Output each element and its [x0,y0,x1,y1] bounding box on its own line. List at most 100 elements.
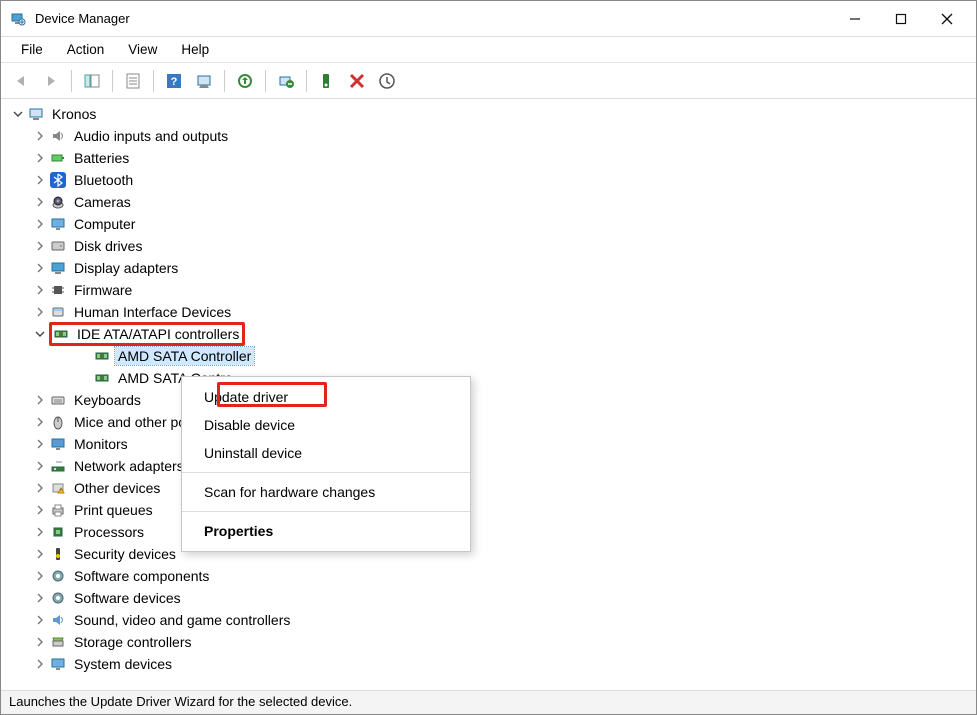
tree-node[interactable]: ! Other devices [11,477,974,499]
tree-node[interactable]: Monitors [11,433,974,455]
tree-label[interactable]: Other devices [71,479,163,497]
chevron-right-icon[interactable] [33,459,47,473]
maximize-button[interactable] [878,4,924,34]
tree-node[interactable]: Print queues [11,499,974,521]
update-driver-button[interactable] [231,67,259,95]
tree-label[interactable]: Computer [71,215,138,233]
chevron-right-icon[interactable] [33,151,47,165]
chevron-right-icon[interactable] [33,239,47,253]
tree-label[interactable]: Security devices [71,545,179,563]
device-tree[interactable]: Kronos Audio inputs and outputs Batteries B… [3,99,974,688]
chevron-right-icon[interactable] [33,503,47,517]
disable-device-button[interactable] [343,67,371,95]
add-legacy-button[interactable] [373,67,401,95]
tree-node[interactable]: Network adapters [11,455,974,477]
context-menu-item[interactable]: Scan for hardware changes [182,478,470,506]
tree-node[interactable]: Cameras [11,191,974,213]
tree-label[interactable]: Processors [71,523,147,541]
svg-text:!: ! [60,489,61,495]
chevron-right-icon[interactable] [33,547,47,561]
properties-button[interactable] [119,67,147,95]
tree-node[interactable]: Firmware [11,279,974,301]
back-button[interactable] [7,67,35,95]
chevron-right-icon[interactable] [33,217,47,231]
tree-label[interactable]: Software components [71,567,212,585]
chevron-right-icon[interactable] [33,305,47,319]
chevron-right-icon[interactable] [33,129,47,143]
show-hide-tree-button[interactable] [78,67,106,95]
menu-file[interactable]: File [11,40,53,59]
chevron-right-icon[interactable] [33,437,47,451]
forward-button[interactable] [37,67,65,95]
chevron-right-icon[interactable] [33,283,47,297]
tree-label[interactable]: Software devices [71,589,184,607]
tree-label[interactable]: Audio inputs and outputs [71,127,231,145]
chevron-down-icon[interactable] [33,327,47,341]
tree-node[interactable]: Processors [11,521,974,543]
tree-label[interactable]: Cameras [71,193,134,211]
chevron-right-icon[interactable] [33,261,47,275]
chevron-right-icon[interactable] [33,613,47,627]
uninstall-button[interactable] [272,67,300,95]
chevron-right-icon[interactable] [33,657,47,671]
menu-help[interactable]: Help [171,40,219,59]
scan-hardware-button[interactable] [190,67,218,95]
tree-node[interactable]: AMD SATA Controller [11,345,974,367]
minimize-button[interactable] [832,4,878,34]
menu-action[interactable]: Action [57,40,115,59]
context-menu-item[interactable]: Update driver [182,383,470,411]
tree-node[interactable]: Security devices [11,543,974,565]
chevron-right-icon[interactable] [33,393,47,407]
chevron-right-icon[interactable] [33,481,47,495]
tree-label[interactable]: Keyboards [71,391,144,409]
close-button[interactable] [924,4,970,34]
chevron-right-icon[interactable] [33,415,47,429]
tree-node[interactable]: Bluetooth [11,169,974,191]
tree-label[interactable]: Disk drives [71,237,145,255]
tree-label[interactable]: Print queues [71,501,156,519]
tree-label[interactable]: Storage controllers [71,633,195,651]
tree-label[interactable]: Sound, video and game controllers [71,611,293,629]
chevron-down-icon[interactable] [11,107,25,121]
tree-node[interactable]: IDE ATA/ATAPI controllers [11,323,974,345]
menu-view[interactable]: View [118,40,167,59]
tree-label[interactable]: Mice and other pointing devices [71,413,189,431]
tree-label[interactable]: AMD SATA Controller [115,347,254,365]
tree-label[interactable]: Display adapters [71,259,181,277]
help-button[interactable]: ? [160,67,188,95]
tree-node[interactable]: Audio inputs and outputs [11,125,974,147]
tree-label[interactable]: Human Interface Devices [71,303,234,321]
context-menu-item[interactable]: Disable device [182,411,470,439]
tree-node[interactable]: Kronos [11,103,974,125]
chevron-right-icon[interactable] [33,525,47,539]
tree-label[interactable]: System devices [71,655,175,673]
tree-node[interactable]: Software components [11,565,974,587]
tree-node[interactable]: Display adapters [11,257,974,279]
tree-label[interactable]: Firmware [71,281,135,299]
tree-label[interactable]: Monitors [71,435,131,453]
tree-node[interactable]: Storage controllers [11,631,974,653]
tree-node[interactable]: Keyboards [11,389,974,411]
tree-node[interactable]: Computer [11,213,974,235]
enable-device-button[interactable] [313,67,341,95]
tree-node[interactable]: AMD SATA Controller [11,367,974,389]
tree-label[interactable]: Batteries [71,149,132,167]
tree-label[interactable]: Kronos [49,105,99,123]
tree-label[interactable]: IDE ATA/ATAPI controllers [74,325,242,343]
context-menu-item[interactable]: Properties [182,517,470,545]
chevron-right-icon[interactable] [33,195,47,209]
tree-node[interactable]: Mice and other pointing devices [11,411,974,433]
context-menu-item[interactable]: Uninstall device [182,439,470,467]
chevron-right-icon[interactable] [33,173,47,187]
chevron-right-icon[interactable] [33,591,47,605]
tree-node[interactable]: Sound, video and game controllers [11,609,974,631]
tree-node[interactable]: Human Interface Devices [11,301,974,323]
tree-node[interactable]: Batteries [11,147,974,169]
tree-label[interactable]: Bluetooth [71,171,136,189]
chevron-right-icon[interactable] [33,635,47,649]
chevron-right-icon[interactable] [33,569,47,583]
tree-node[interactable]: Disk drives [11,235,974,257]
tree-node[interactable]: Software devices [11,587,974,609]
tree-label[interactable]: Network adapters [71,457,187,475]
tree-node[interactable]: System devices [11,653,974,675]
